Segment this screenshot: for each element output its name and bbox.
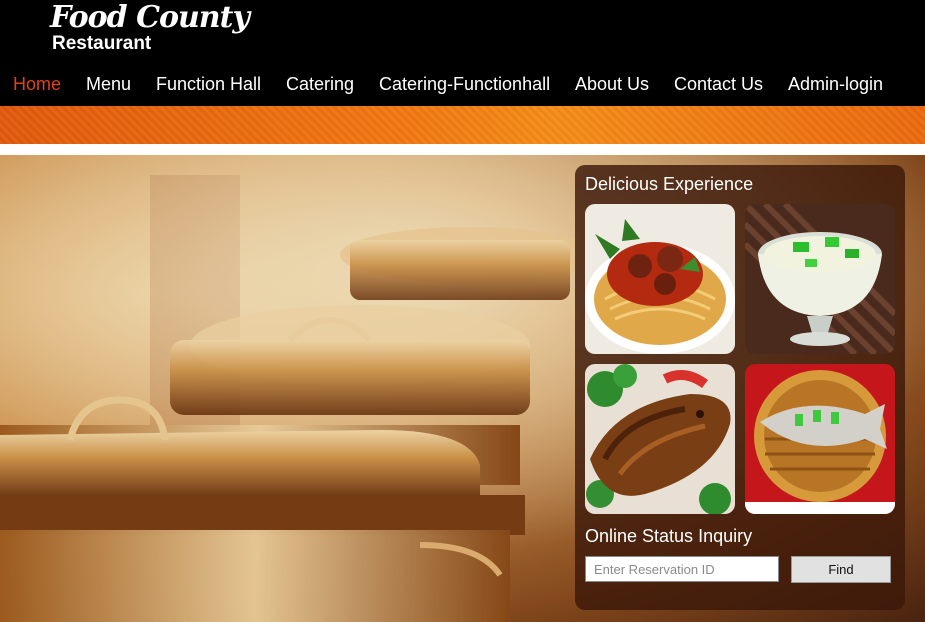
- dish-thumbnail-dessert[interactable]: [745, 204, 895, 354]
- nav-admin-login[interactable]: Admin-login: [788, 74, 883, 95]
- delicious-experience-panel: Delicious Experience Online Status Inqui…: [575, 165, 905, 610]
- divider: [0, 144, 925, 155]
- nav-catering[interactable]: Catering: [286, 74, 354, 95]
- logo-title[interactable]: Food County: [50, 0, 250, 35]
- dish-thumbnail-spaghetti[interactable]: [585, 204, 735, 354]
- online-status-inquiry-title: Online Status Inquiry: [585, 526, 753, 546]
- nav-about-us[interactable]: About Us: [575, 74, 649, 95]
- reservation-id-input[interactable]: [585, 556, 779, 582]
- main-nav: Home Menu Function Hall Catering Caterin…: [0, 74, 925, 100]
- panel-title: Delicious Experience: [585, 174, 754, 194]
- nav-home[interactable]: Home: [13, 74, 61, 95]
- nav-catering-functionhall[interactable]: Catering-Functionhall: [379, 74, 550, 95]
- find-button[interactable]: Find: [791, 556, 891, 583]
- logo-subtitle: Restaurant: [52, 33, 152, 54]
- dish-thumbnail-steamed-fish[interactable]: [745, 364, 895, 514]
- dish-thumbnail-grilled-fish[interactable]: [585, 364, 735, 514]
- site-header: Food County Restaurant Home Menu Functio…: [0, 0, 925, 106]
- nav-function-hall[interactable]: Function Hall: [156, 74, 261, 95]
- nav-contact-us[interactable]: Contact Us: [674, 74, 763, 95]
- nav-menu[interactable]: Menu: [86, 74, 131, 95]
- orange-banner-stripe: [0, 106, 925, 144]
